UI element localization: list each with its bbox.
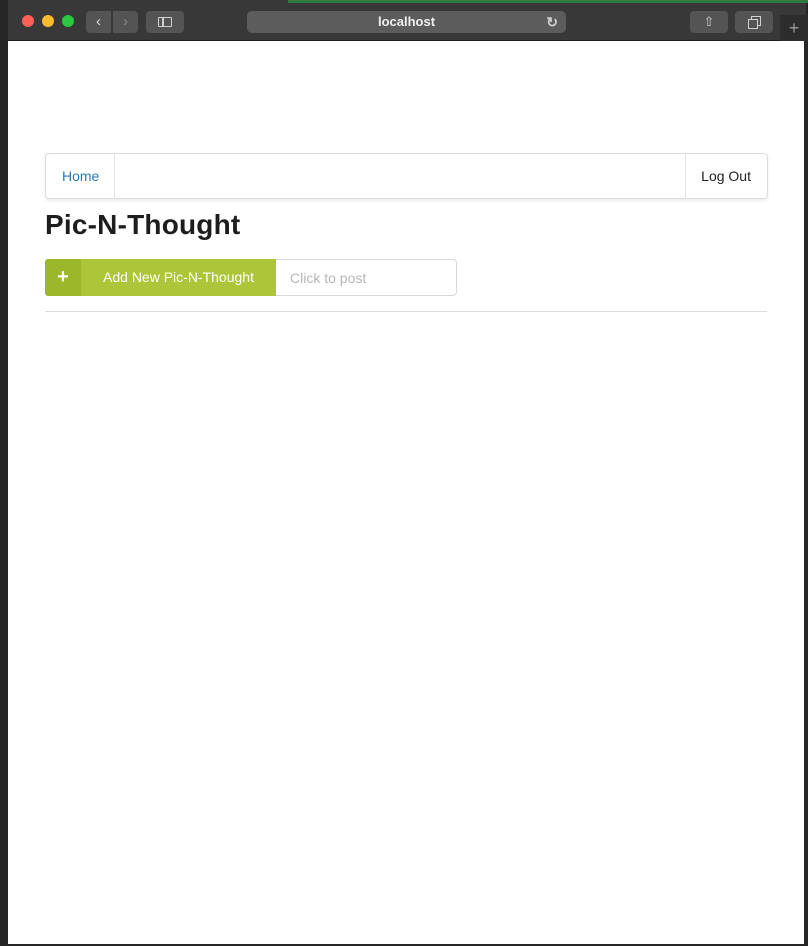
post-input[interactable]: [276, 259, 457, 296]
address-text: localhost: [377, 14, 436, 29]
zoom-window-button[interactable]: [62, 15, 74, 27]
history-nav: ‹ ›: [86, 11, 138, 33]
sidebar-icon: [158, 17, 172, 27]
browser-toolbar: ‹ › localhost ↻ ⇧ +: [8, 0, 808, 41]
sidebar-toggle-button[interactable]: [146, 11, 184, 33]
navbar: Home Log Out: [45, 153, 768, 199]
share-icon[interactable]: ⇧: [690, 11, 728, 33]
minimize-window-button[interactable]: [42, 15, 54, 27]
tab-indicator: [288, 0, 808, 3]
divider: [45, 311, 767, 312]
page-content: Home Log Out Pic-N-Thought + Add New Pic…: [8, 41, 804, 944]
add-new-post-button[interactable]: Add New Pic-N-Thought: [81, 259, 276, 296]
back-icon[interactable]: ‹: [86, 11, 111, 33]
nav-home-link[interactable]: Home: [46, 154, 116, 198]
address-bar[interactable]: localhost ↻: [247, 11, 566, 33]
reload-icon[interactable]: ↻: [546, 11, 558, 33]
post-form: + Add New Pic-N-Thought: [45, 259, 457, 296]
show-tabs-button[interactable]: [735, 11, 773, 33]
plus-icon[interactable]: +: [45, 259, 81, 296]
close-window-button[interactable]: [22, 15, 34, 27]
tabs-icon: [748, 19, 758, 29]
page-title: Pic-N-Thought: [45, 209, 241, 240]
forward-icon[interactable]: ›: [113, 11, 138, 33]
nav-logout-link[interactable]: Log Out: [685, 154, 767, 198]
new-tab-icon[interactable]: +: [780, 15, 808, 41]
